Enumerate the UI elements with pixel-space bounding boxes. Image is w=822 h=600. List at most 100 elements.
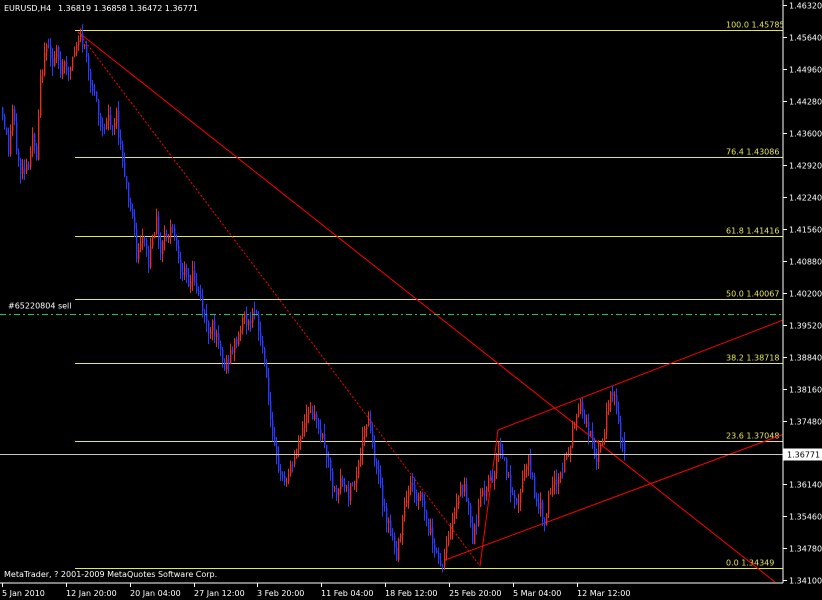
candle-body xyxy=(604,432,606,441)
candle-body xyxy=(30,151,32,168)
candle-body xyxy=(410,482,412,491)
candle-body xyxy=(106,121,108,129)
candle-body xyxy=(110,114,112,127)
candle-body xyxy=(360,454,362,461)
candle-body xyxy=(514,494,516,499)
candle-body xyxy=(486,487,488,497)
candle-body xyxy=(468,501,470,506)
candle-body xyxy=(156,216,158,234)
price-tick-label: 1.37480 xyxy=(789,418,822,427)
candle-body xyxy=(556,479,558,485)
candle-body xyxy=(246,314,248,326)
candle-body xyxy=(480,494,482,506)
candle-body xyxy=(86,44,88,57)
price-tick-label: 1.40200 xyxy=(789,290,822,299)
price-tick-label: 1.46320 xyxy=(789,2,822,11)
candle-body xyxy=(24,168,26,172)
candle-body xyxy=(548,493,550,514)
candle-body xyxy=(186,268,188,275)
candle-body xyxy=(306,414,308,423)
candle-body xyxy=(4,116,6,128)
candle-body xyxy=(308,412,310,415)
candle-body xyxy=(416,494,418,502)
candle-body xyxy=(490,477,492,479)
candle-body xyxy=(434,543,436,551)
candle-body xyxy=(418,496,420,502)
candle-body xyxy=(168,236,170,239)
candle-body xyxy=(542,502,544,520)
candle-body xyxy=(560,472,562,480)
candle-body xyxy=(114,123,116,128)
candle-body xyxy=(396,547,398,560)
price-chart[interactable]: 100.0 1.45785 76.4 1.43086 61.8 1.41416 50.… xyxy=(0,0,822,600)
candle-body xyxy=(504,457,506,459)
candle-body xyxy=(376,461,378,470)
candle-body xyxy=(304,422,306,429)
candle-body xyxy=(476,524,478,526)
candle-body xyxy=(452,514,454,532)
candle-body xyxy=(172,226,174,228)
candle-body xyxy=(10,131,12,155)
candle-body xyxy=(332,471,334,489)
candle-body xyxy=(482,490,484,495)
candle-body xyxy=(524,469,526,479)
candle-body xyxy=(162,241,164,255)
candle-body xyxy=(144,237,146,240)
candle-body xyxy=(324,433,326,446)
candle-body xyxy=(500,442,502,451)
candle-body xyxy=(284,475,286,483)
candle-body xyxy=(202,295,204,312)
candle-body xyxy=(456,502,458,512)
candle-body xyxy=(574,425,576,429)
candle-body xyxy=(366,425,368,429)
candle-body xyxy=(392,536,394,538)
candle-body xyxy=(150,246,152,268)
candle-body xyxy=(232,349,234,353)
candle-body xyxy=(226,359,228,370)
time-tick-label: 12 Jan 20:00 xyxy=(66,589,117,598)
candle-body xyxy=(408,490,410,501)
candle-body xyxy=(374,443,376,462)
candle-body xyxy=(594,444,596,458)
candle-body xyxy=(536,497,538,503)
candle-body xyxy=(412,482,414,486)
candle-body xyxy=(90,71,92,86)
candle-body xyxy=(218,333,220,344)
order-label: #65220804 sell xyxy=(8,302,72,311)
candle-body xyxy=(552,484,554,493)
candle-body xyxy=(522,478,524,492)
candle-body xyxy=(264,348,266,365)
candle-body xyxy=(222,349,224,361)
candle-body xyxy=(292,464,294,466)
candle-body xyxy=(464,483,466,493)
candle-body xyxy=(182,271,184,276)
candle-body xyxy=(466,483,468,502)
candle-body xyxy=(242,317,244,331)
candle-body xyxy=(538,502,540,510)
price-tick-label: 1.43600 xyxy=(789,130,822,139)
candle-body xyxy=(286,481,288,483)
candle-body xyxy=(606,411,608,433)
candle-body xyxy=(582,401,584,414)
candle-body xyxy=(580,401,582,411)
candle-body xyxy=(58,47,60,61)
candle-body xyxy=(544,519,546,525)
time-tick-label: 12 Mar 12:00 xyxy=(577,589,630,598)
candle-body xyxy=(274,436,276,446)
candle-body xyxy=(620,422,622,440)
candle-body xyxy=(454,511,456,515)
candle-body xyxy=(518,503,520,505)
candle-body xyxy=(134,217,136,230)
candle-body xyxy=(442,565,444,567)
candle-body xyxy=(322,433,324,438)
candle-body xyxy=(384,506,386,508)
candle-body xyxy=(388,520,390,524)
candle-body xyxy=(170,226,172,237)
candle-body xyxy=(592,430,594,445)
candle-body xyxy=(70,67,72,72)
candle-body xyxy=(576,415,578,426)
candle-body xyxy=(330,460,332,472)
candle-body xyxy=(534,477,536,498)
candle-body xyxy=(334,487,336,489)
candle-body xyxy=(248,320,250,326)
